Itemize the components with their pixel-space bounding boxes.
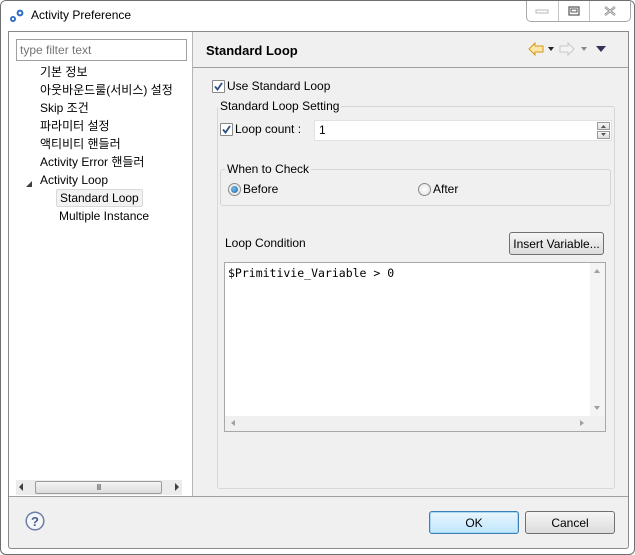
loop-condition-label: Loop Condition [225, 236, 306, 250]
scroll-down-icon[interactable] [594, 406, 600, 410]
dialog-body: 기본 정보 아웃바운드룰(서비스) 설정 Skip 조건 파라미터 설정 액티비… [8, 31, 629, 549]
loop-count-spinner[interactable]: 1 [314, 120, 612, 141]
use-standard-loop-label[interactable]: Use Standard Loop [227, 79, 330, 93]
loop-condition-editor[interactable]: $Primitivie_Variable > 0 [224, 262, 606, 432]
back-arrow-icon[interactable] [528, 41, 544, 57]
tree-horizontal-scrollbar[interactable]: III [16, 480, 182, 495]
minimize-button[interactable] [527, 1, 559, 21]
svg-text:?: ? [31, 514, 39, 529]
scroll-left-icon[interactable] [231, 420, 235, 426]
tree-item-activity-loop[interactable]: Activity Loop [40, 172, 108, 188]
scroll-up-icon[interactable] [594, 269, 600, 273]
close-button[interactable] [590, 1, 630, 21]
preference-tree-pane: 기본 정보 아웃바운드룰(서비스) 설정 Skip 조건 파라미터 설정 액티비… [9, 32, 193, 496]
spin-down-button[interactable] [597, 131, 610, 139]
before-label[interactable]: Before [243, 182, 278, 196]
page-title: Standard Loop [206, 43, 298, 58]
cancel-button[interactable]: Cancel [525, 511, 615, 534]
loop-count-value[interactable]: 1 [319, 123, 326, 137]
preference-page: Standard Loop Use Standard Loop Standard… [193, 32, 628, 496]
insert-variable-label: Insert Variable... [513, 236, 600, 251]
standard-loop-setting-title: Standard Loop Setting [218, 99, 342, 113]
maximize-icon [568, 6, 580, 16]
tree-item-parameter-settings[interactable]: 파라미터 설정 [40, 118, 110, 134]
footer-divider [9, 496, 628, 497]
use-standard-loop-checkbox[interactable] [212, 80, 225, 93]
title-bar: Activity Preference [1, 1, 634, 31]
header-divider [193, 67, 628, 68]
loop-count-checkbox[interactable] [220, 123, 233, 136]
before-radio[interactable] [228, 183, 241, 196]
scroll-left-icon[interactable] [19, 483, 23, 491]
window-controls [526, 1, 631, 22]
loop-count-label: Loop count : [235, 122, 302, 136]
forward-arrow-icon[interactable] [559, 41, 575, 57]
activity-preference-dialog: Activity Preference 기본 정보 아웃바운드룰(서비스) 설정… [0, 0, 635, 555]
tree-item-skip-condition[interactable]: Skip 조건 [40, 100, 89, 116]
spinner-buttons [597, 122, 610, 139]
loop-condition-text[interactable]: $Primitivie_Variable > 0 [228, 266, 394, 280]
back-history-dropdown-icon[interactable] [548, 47, 554, 51]
filter-input[interactable] [16, 39, 187, 61]
window-title: Activity Preference [31, 8, 132, 22]
editor-horizontal-scrollbar[interactable] [225, 416, 590, 431]
close-icon [604, 6, 616, 16]
view-menu-icon[interactable] [596, 46, 606, 52]
tree-item-multiple-instance[interactable]: Multiple Instance [59, 208, 149, 224]
after-radio[interactable] [418, 183, 431, 196]
spin-up-button[interactable] [597, 122, 610, 130]
after-label[interactable]: After [433, 182, 458, 196]
tree-item-activity-handler[interactable]: 액티비티 핸들러 [40, 136, 121, 152]
scroll-right-icon[interactable] [580, 420, 584, 426]
scroll-right-icon[interactable] [175, 483, 179, 491]
ok-label: OK [465, 515, 483, 530]
scrollbar-corner [590, 416, 605, 431]
tree-item-outbound-rule[interactable]: 아웃바운드룰(서비스) 설정 [40, 82, 173, 98]
checkmark-icon [214, 82, 223, 91]
help-icon[interactable]: ? [25, 511, 45, 531]
scroll-thumb[interactable]: III [35, 481, 162, 494]
insert-variable-button[interactable]: Insert Variable... [509, 232, 604, 255]
when-to-check-title: When to Check [225, 162, 312, 176]
app-icon [10, 9, 24, 22]
editor-vertical-scrollbar[interactable] [590, 263, 605, 416]
tree-item-standard-loop[interactable]: Standard Loop [56, 189, 143, 207]
tree-item-basic-info[interactable]: 기본 정보 [40, 64, 88, 80]
expand-arrow-icon[interactable] [26, 181, 32, 187]
maximize-button[interactable] [559, 1, 591, 21]
tree-item-activity-error-handler[interactable]: Activity Error 핸들러 [40, 154, 144, 170]
scroll-grip: III [96, 483, 102, 492]
forward-history-dropdown-icon[interactable] [581, 47, 587, 51]
ok-button[interactable]: OK [429, 511, 519, 534]
chevron-down-icon [601, 133, 606, 136]
cancel-label: Cancel [551, 515, 589, 530]
checkmark-icon [222, 125, 231, 134]
minimize-icon [535, 9, 549, 14]
chevron-up-icon [601, 125, 606, 128]
page-navigation [528, 41, 606, 57]
